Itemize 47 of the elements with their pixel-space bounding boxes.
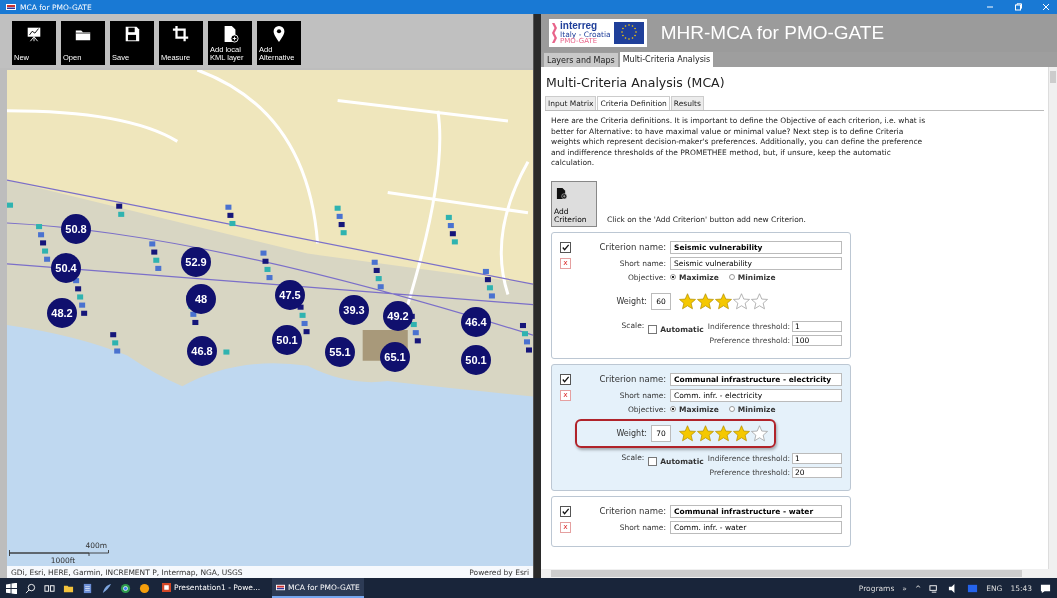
tab[interactable]: Layers and Maps (544, 53, 618, 67)
star-icon[interactable] (715, 424, 732, 442)
checkbox[interactable] (560, 505, 571, 517)
app-icon (6, 4, 16, 10)
scrollbar[interactable] (541, 569, 1057, 578)
crop-icon (172, 25, 190, 43)
app-title: MHR-MCA for PMO-GATE (660, 22, 885, 44)
field-label: Weight: (615, 428, 647, 438)
checkbox[interactable] (648, 324, 658, 334)
scale-bar-icon (9, 550, 109, 556)
ribbon-icon (552, 22, 557, 44)
star-icon[interactable] (697, 292, 714, 310)
easel-icon (25, 25, 43, 43)
search-icon[interactable] (25, 582, 36, 594)
app-icon (276, 582, 286, 592)
logo-name: interreg (560, 20, 599, 31)
star-icon[interactable] (751, 292, 768, 310)
slides-icon (162, 582, 171, 592)
star-icon[interactable] (751, 424, 768, 442)
circle-icon[interactable] (139, 582, 150, 594)
browser-icon[interactable] (120, 582, 131, 594)
document-icon[interactable] (82, 582, 93, 594)
checkbox[interactable] (560, 373, 571, 385)
close-icon[interactable] (1041, 2, 1051, 12)
scrollbar[interactable] (1048, 67, 1057, 569)
checkbox[interactable] (648, 456, 658, 466)
file-add-icon (556, 186, 567, 200)
star-icon[interactable] (679, 292, 696, 310)
panel-title: Multi-Criteria Analysis (MCA) (545, 74, 726, 92)
field-label: Criterion name: (598, 374, 666, 384)
field-label: Criterion name: (598, 242, 666, 252)
star-icon[interactable] (679, 424, 696, 442)
star-icon[interactable] (733, 424, 750, 442)
star-icon[interactable] (697, 424, 714, 442)
notification-icon[interactable] (1040, 582, 1051, 594)
field-label: Weight: (615, 296, 647, 306)
tab[interactable]: Multi-Criteria Analysis (619, 52, 714, 67)
windows-start-icon[interactable] (6, 582, 17, 594)
star-icon[interactable] (733, 292, 750, 310)
checkbox[interactable] (560, 241, 571, 253)
task-view-icon[interactable] (44, 582, 55, 594)
field-label: Criterion name: (598, 506, 666, 516)
restore-icon[interactable] (1013, 2, 1023, 12)
feather-icon[interactable] (101, 582, 112, 594)
keyboard-icon[interactable] (967, 582, 979, 594)
star-icon[interactable] (715, 292, 732, 310)
eu-flag-icon (613, 22, 644, 44)
